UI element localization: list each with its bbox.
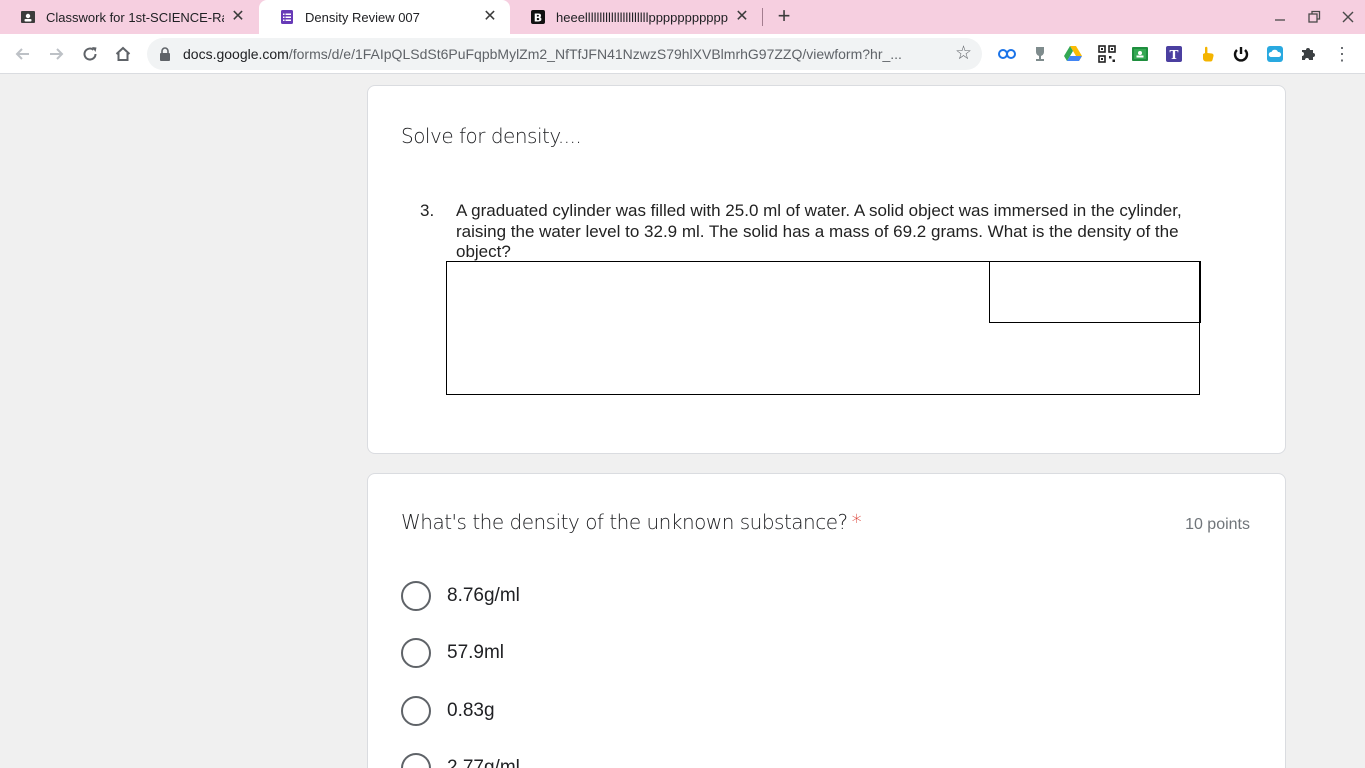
close-icon <box>1342 11 1354 23</box>
radio-option-label: 8.76g/ml <box>447 585 520 606</box>
tab-density-review[interactable]: Density Review 007 ✕ <box>259 0 510 34</box>
tab-close-icon[interactable]: ✕ <box>230 9 246 25</box>
question-card: What's the density of the unknown substa… <box>367 473 1286 768</box>
url-path: /forms/d/e/1FAIpQLSdSt6PuFqpbMylZm2_NfTf… <box>288 46 902 62</box>
reload-icon <box>83 47 97 61</box>
radio-button[interactable] <box>401 753 431 768</box>
browser-menu-icon[interactable]: ⋮ <box>1333 43 1351 65</box>
radio-option[interactable]: 2.77g/ml <box>401 752 520 768</box>
google-drive-icon[interactable] <box>1062 43 1084 65</box>
google-classroom-icon[interactable] <box>1129 43 1151 65</box>
new-tab-button[interactable]: + <box>772 5 796 29</box>
problem-text: A graduated cylinder was filled with 25.… <box>456 201 1182 261</box>
radio-button[interactable] <box>401 638 431 668</box>
form-page: Solve for density.... 3. A graduated cyl… <box>0 75 1365 768</box>
reload-button[interactable] <box>78 42 102 66</box>
extension-hand-icon[interactable] <box>1197 43 1219 65</box>
radio-option[interactable]: 0.83g <box>401 695 495 727</box>
question-title: What's the density of the unknown substa… <box>401 510 862 534</box>
extension-trophy-icon[interactable] <box>1029 43 1051 65</box>
tab-separator <box>762 8 763 26</box>
extensions-puzzle-icon[interactable] <box>1297 43 1319 65</box>
extension-cloud-icon[interactable] <box>1264 43 1286 65</box>
tab-classwork[interactable]: Classwork for 1st-SCIENCE-Ray 2 ✕ <box>0 0 258 34</box>
close-window-button[interactable] <box>1338 7 1358 27</box>
extension-read-along-icon[interactable] <box>996 43 1018 65</box>
work-box <box>446 260 1201 395</box>
tab-title: heeellllllllllllllllllllllppppppppppppp <box>556 9 728 25</box>
lock-icon[interactable] <box>159 47 171 66</box>
radio-option[interactable]: 8.76g/ml <box>401 580 520 612</box>
restore-button[interactable] <box>1304 7 1324 27</box>
radio-option-label: 57.9ml <box>447 642 505 663</box>
tab-title: Density Review 007 <box>305 9 420 25</box>
bookmark-star-icon[interactable]: ☆ <box>955 44 972 64</box>
classroom-icon <box>20 9 36 25</box>
section-card: Solve for density.... 3. A graduated cyl… <box>367 85 1286 454</box>
svg-text:T: T <box>1170 48 1179 62</box>
radio-option-label: 0.83g <box>447 700 495 721</box>
radio-option[interactable]: 57.9ml <box>401 637 504 669</box>
section-title: Solve for density.... <box>401 124 582 148</box>
power-icon[interactable] <box>1230 43 1252 65</box>
browser-toolbar: docs.google.com/forms/d/e/1FAIpQLSdSt6Pu… <box>0 34 1365 74</box>
problem-number: 3. <box>420 201 435 220</box>
required-asterisk: * <box>851 510 862 534</box>
question-title-text: What's the density of the unknown substa… <box>401 510 848 534</box>
url-text[interactable]: docs.google.com/forms/d/e/1FAIpQLSdSt6Pu… <box>183 46 941 62</box>
minimize-icon <box>1275 19 1285 21</box>
tab-strip: Classwork for 1st-SCIENCE-Ray 2 ✕ Densit… <box>0 0 1365 34</box>
address-bar[interactable]: docs.google.com/forms/d/e/1FAIpQLSdSt6Pu… <box>147 38 982 70</box>
google-forms-icon <box>279 9 295 25</box>
restore-icon <box>1308 10 1321 23</box>
arrow-left-icon <box>15 48 29 60</box>
home-icon <box>115 46 131 61</box>
question-points: 10 points <box>1185 516 1250 533</box>
home-button[interactable] <box>111 42 135 66</box>
radio-button[interactable] <box>401 696 431 726</box>
tab-title: Classwork for 1st-SCIENCE-Ray 2 <box>46 9 224 25</box>
answer-box <box>988 260 1201 323</box>
back-button[interactable] <box>11 42 35 66</box>
forward-button[interactable] <box>44 42 68 66</box>
tab-close-icon[interactable]: ✕ <box>482 9 498 25</box>
tab-brainly[interactable]: B heeellllllllllllllllllllllpppppppppppp… <box>510 0 762 34</box>
arrow-right-icon <box>50 48 64 60</box>
svg-text:B: B <box>534 12 542 25</box>
radio-button[interactable] <box>401 581 431 611</box>
tab-close-icon[interactable]: ✕ <box>734 9 750 25</box>
minimize-button[interactable] <box>1270 7 1290 27</box>
brainly-icon: B <box>530 9 546 25</box>
radio-option-label: 2.77g/ml <box>447 757 520 768</box>
qr-code-icon[interactable] <box>1096 43 1118 65</box>
url-host: docs.google.com <box>183 46 289 62</box>
extension-text-icon[interactable]: T <box>1163 43 1185 65</box>
